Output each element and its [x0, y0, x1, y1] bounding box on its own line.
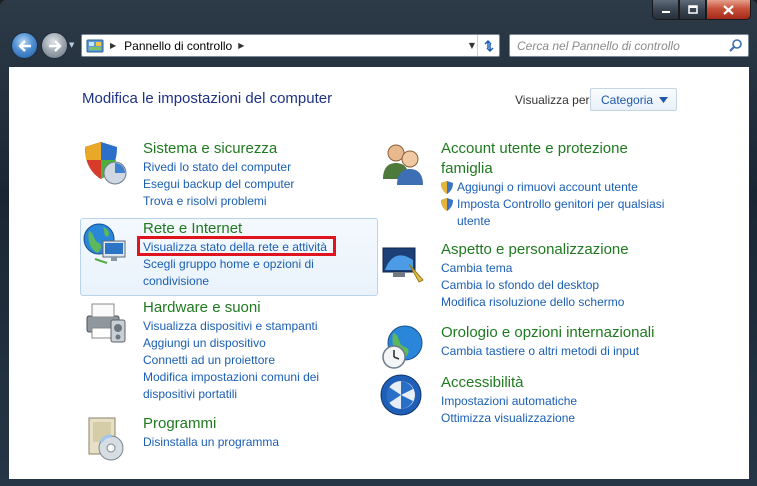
link-review-computer-status[interactable]: Rivedi lo stato del computer [143, 159, 294, 176]
category-links: Cambia tastiere o altri metodi di input [441, 343, 639, 360]
category-title[interactable]: Hardware e suoni [143, 298, 261, 318]
caption-buttons [652, 0, 751, 21]
programs-disc-icon [88, 417, 124, 461]
category-title[interactable]: Sistema e sicurezza [143, 139, 277, 159]
breadcrumb-separator[interactable]: ▶ [238, 41, 244, 50]
recent-pages-dropdown[interactable]: ▼ [69, 41, 74, 49]
link-let-windows-suggest[interactable]: Impostazioni automatiche [441, 393, 577, 410]
category-links: Impostazioni automatiche Ottimizza visua… [441, 393, 577, 427]
control-panel-icon [86, 39, 104, 52]
view-by-label: Visualizza per: [515, 93, 593, 107]
arrow-right-icon [48, 39, 62, 52]
refresh-button[interactable] [477, 35, 499, 56]
breadcrumb-separator[interactable]: ▶ [110, 41, 116, 50]
search-box[interactable]: Cerca nel Pannello di controllo [509, 34, 749, 57]
category-title[interactable]: Accessibilità [441, 373, 524, 393]
uac-shield-icon [441, 198, 453, 211]
uac-shield-icon [441, 181, 453, 194]
category-title[interactable]: Programmi [143, 414, 216, 434]
link-optimize-display[interactable]: Ottimizza visualizzazione [441, 410, 577, 427]
link-devices-printers[interactable]: Visualizza dispositivi e stampanti [143, 318, 319, 335]
ease-of-access-icon [380, 374, 422, 416]
category-title-line1[interactable]: Account utente e protezione [441, 139, 628, 159]
link-label: Aggiungi o rimuovi account utente [457, 180, 638, 194]
category-links: Rivedi lo stato del computer Esegui back… [143, 159, 294, 210]
forward-button[interactable] [41, 32, 68, 59]
link-connect-projector[interactable]: Connetti ad un proiettore [143, 352, 319, 369]
globe-clock-icon [382, 325, 423, 369]
minimize-button[interactable] [652, 0, 679, 20]
link-add-device[interactable]: Aggiungi un dispositivo [143, 335, 319, 352]
link-change-theme[interactable]: Cambia tema [441, 260, 624, 277]
control-panel-window: ▼ ▶ Pannello di controllo ▶ ▼ Cerca nel … [0, 0, 757, 486]
network-globe-icon [83, 223, 126, 264]
link-screen-resolution[interactable]: Modifica risoluzione dello schermo [441, 294, 624, 311]
navigation-bar: ▼ ▶ Pannello di controllo ▶ ▼ Cerca nel … [8, 28, 749, 64]
view-by-value: Categoria [601, 93, 654, 107]
view-by-dropdown[interactable]: Categoria [590, 88, 677, 111]
category-links: Cambia tema Cambia lo sfondo del desktop… [441, 260, 624, 311]
link-parental-controls[interactable]: Imposta Controllo genitori per qualsiasi [441, 196, 664, 213]
maximize-button[interactable] [679, 0, 706, 20]
chevron-down-icon [659, 97, 668, 103]
maximize-icon [687, 5, 698, 14]
minimize-icon [661, 10, 670, 13]
link-troubleshoot[interactable]: Trova e risolvi problemi [143, 193, 294, 210]
link-add-remove-accounts[interactable]: Aggiungi o rimuovi account utente [441, 179, 664, 196]
printer-icon [86, 303, 126, 343]
arrow-left-icon [17, 39, 31, 52]
link-parental-controls-cont[interactable]: utente [441, 213, 664, 230]
category-links: Visualizza dispositivi e stampanti Aggiu… [143, 318, 319, 403]
refresh-icon [483, 39, 494, 52]
shield-icon [85, 142, 127, 185]
link-mobility-settings-cont[interactable]: dispositivi portatili [143, 386, 319, 403]
users-icon [383, 144, 423, 185]
search-icon[interactable] [728, 38, 744, 54]
red-annotation-box [137, 236, 336, 256]
close-button[interactable] [706, 0, 751, 20]
breadcrumb-control-panel[interactable]: Pannello di controllo [124, 39, 232, 53]
category-title-line2[interactable]: famiglia [441, 159, 493, 179]
address-bar[interactable]: ▶ Pannello di controllo ▶ ▼ [81, 34, 500, 57]
back-button[interactable] [11, 32, 38, 59]
address-history-dropdown[interactable]: ▼ [469, 41, 475, 50]
category-links: Aggiungi o rimuovi account utente Impost… [441, 179, 664, 230]
link-uninstall-program[interactable]: Disinstalla un programma [143, 434, 279, 451]
link-change-background[interactable]: Cambia lo sfondo del desktop [441, 277, 624, 294]
link-mobility-settings[interactable]: Modifica impostazioni comuni dei [143, 369, 319, 386]
page-title: Modifica le impostazioni del computer [82, 90, 333, 107]
category-title[interactable]: Aspetto e personalizzazione [441, 240, 629, 260]
link-homegroup-sharing-cont[interactable]: condivisione [143, 273, 327, 290]
category-links: Disinstalla un programma [143, 434, 279, 451]
link-homegroup-sharing[interactable]: Scegli gruppo home e opzioni di [143, 256, 327, 273]
link-change-keyboards[interactable]: Cambia tastiere o altri metodi di input [441, 343, 639, 360]
link-label: Imposta Controllo genitori per qualsiasi [457, 197, 665, 211]
close-icon [723, 4, 734, 15]
content-area: Modifica le impostazioni del computer Vi… [9, 67, 749, 479]
search-placeholder[interactable]: Cerca nel Pannello di controllo [517, 39, 680, 53]
monitor-icon [382, 247, 424, 283]
category-title[interactable]: Orologio e opzioni internazionali [441, 323, 654, 343]
link-backup-computer[interactable]: Esegui backup del computer [143, 176, 294, 193]
